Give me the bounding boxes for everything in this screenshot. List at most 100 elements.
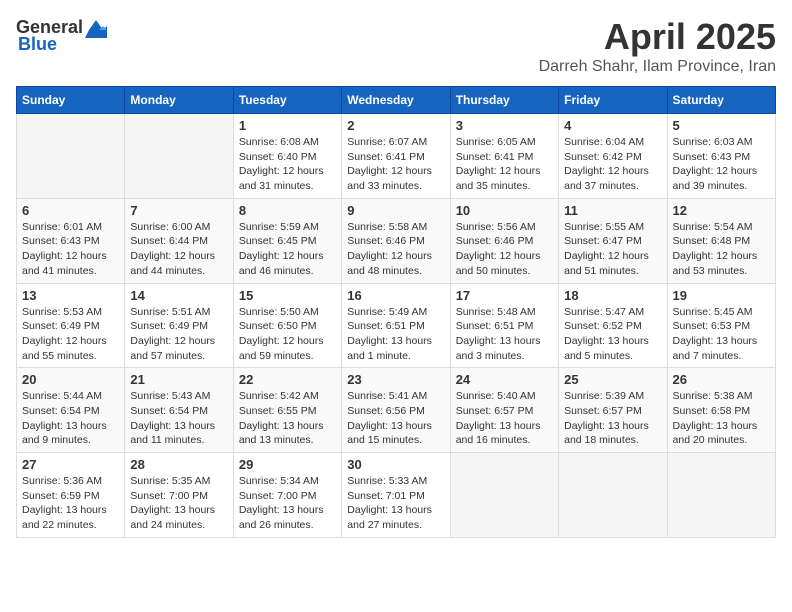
calendar-cell: 8 Sunrise: 5:59 AM Sunset: 6:45 PM Daylig… bbox=[233, 198, 341, 283]
calendar-cell: 1 Sunrise: 6:08 AM Sunset: 6:40 PM Daylig… bbox=[233, 114, 341, 199]
calendar-header-row: SundayMondayTuesdayWednesdayThursdayFrid… bbox=[17, 87, 776, 114]
calendar-cell: 25Sunrise: 5:39 AM Sunset: 6:57 PM Dayli… bbox=[559, 368, 667, 453]
calendar-cell: 18Sunrise: 5:47 AM Sunset: 6:52 PM Dayli… bbox=[559, 283, 667, 368]
main-title: April 2025 bbox=[539, 16, 776, 58]
day-info: Sunrise: 5:49 AM Sunset: 6:51 PM Dayligh… bbox=[347, 305, 444, 364]
day-info: Sunrise: 5:56 AM Sunset: 6:46 PM Dayligh… bbox=[456, 220, 553, 279]
calendar-cell: 23 Sunrise: 5:41 AM Sunset: 6:56 PM Dayli… bbox=[342, 368, 450, 453]
calendar-cell: 5 Sunrise: 6:03 AM Sunset: 6:43 PM Daylig… bbox=[667, 114, 775, 199]
calendar-week-row: 13 Sunrise: 5:53 AM Sunset: 6:49 PM Dayli… bbox=[17, 283, 776, 368]
title-area: April 2025 Darreh Shahr, Ilam Province, … bbox=[539, 16, 776, 76]
day-number: 12 bbox=[673, 203, 770, 218]
day-info: Sunrise: 5:39 AM Sunset: 6:57 PM Dayligh… bbox=[564, 389, 661, 448]
day-info: Sunrise: 5:34 AM Sunset: 7:00 PM Dayligh… bbox=[239, 474, 336, 533]
day-number: 5 bbox=[673, 118, 770, 133]
day-info: Sunrise: 6:04 AM Sunset: 6:42 PM Dayligh… bbox=[564, 135, 661, 194]
weekday-header: Saturday bbox=[667, 87, 775, 114]
calendar-week-row: 1 Sunrise: 6:08 AM Sunset: 6:40 PM Daylig… bbox=[17, 114, 776, 199]
logo: General Blue bbox=[16, 16, 107, 55]
day-number: 8 bbox=[239, 203, 336, 218]
calendar-cell: 3 Sunrise: 6:05 AM Sunset: 6:41 PM Daylig… bbox=[450, 114, 558, 199]
calendar-cell bbox=[559, 453, 667, 538]
day-number: 24 bbox=[456, 372, 553, 387]
weekday-header: Friday bbox=[559, 87, 667, 114]
day-number: 3 bbox=[456, 118, 553, 133]
calendar-cell: 14Sunrise: 5:51 AM Sunset: 6:49 PM Dayli… bbox=[125, 283, 233, 368]
calendar-cell: 17 Sunrise: 5:48 AM Sunset: 6:51 PM Dayli… bbox=[450, 283, 558, 368]
calendar-cell: 29Sunrise: 5:34 AM Sunset: 7:00 PM Dayli… bbox=[233, 453, 341, 538]
day-number: 6 bbox=[22, 203, 119, 218]
day-info: Sunrise: 5:53 AM Sunset: 6:49 PM Dayligh… bbox=[22, 305, 119, 364]
day-info: Sunrise: 5:38 AM Sunset: 6:58 PM Dayligh… bbox=[673, 389, 770, 448]
calendar-cell bbox=[667, 453, 775, 538]
day-info: Sunrise: 6:00 AM Sunset: 6:44 PM Dayligh… bbox=[130, 220, 227, 279]
day-info: Sunrise: 5:43 AM Sunset: 6:54 PM Dayligh… bbox=[130, 389, 227, 448]
calendar-cell: 9 Sunrise: 5:58 AM Sunset: 6:46 PM Daylig… bbox=[342, 198, 450, 283]
calendar-cell: 19Sunrise: 5:45 AM Sunset: 6:53 PM Dayli… bbox=[667, 283, 775, 368]
calendar-cell: 13 Sunrise: 5:53 AM Sunset: 6:49 PM Dayli… bbox=[17, 283, 125, 368]
day-info: Sunrise: 6:03 AM Sunset: 6:43 PM Dayligh… bbox=[673, 135, 770, 194]
logo-blue-text: Blue bbox=[18, 34, 57, 55]
weekday-header: Tuesday bbox=[233, 87, 341, 114]
calendar-cell: 28Sunrise: 5:35 AM Sunset: 7:00 PM Dayli… bbox=[125, 453, 233, 538]
day-info: Sunrise: 6:08 AM Sunset: 6:40 PM Dayligh… bbox=[239, 135, 336, 194]
day-info: Sunrise: 5:48 AM Sunset: 6:51 PM Dayligh… bbox=[456, 305, 553, 364]
day-info: Sunrise: 5:44 AM Sunset: 6:54 PM Dayligh… bbox=[22, 389, 119, 448]
day-info: Sunrise: 5:35 AM Sunset: 7:00 PM Dayligh… bbox=[130, 474, 227, 533]
calendar-week-row: 27 Sunrise: 5:36 AM Sunset: 6:59 PM Dayli… bbox=[17, 453, 776, 538]
day-info: Sunrise: 5:36 AM Sunset: 6:59 PM Dayligh… bbox=[22, 474, 119, 533]
calendar-cell: 15 Sunrise: 5:50 AM Sunset: 6:50 PM Dayli… bbox=[233, 283, 341, 368]
calendar-cell: 6 Sunrise: 6:01 AM Sunset: 6:43 PM Daylig… bbox=[17, 198, 125, 283]
calendar-cell: 2 Sunrise: 6:07 AM Sunset: 6:41 PM Daylig… bbox=[342, 114, 450, 199]
day-info: Sunrise: 5:42 AM Sunset: 6:55 PM Dayligh… bbox=[239, 389, 336, 448]
calendar-cell bbox=[17, 114, 125, 199]
day-info: Sunrise: 5:59 AM Sunset: 6:45 PM Dayligh… bbox=[239, 220, 336, 279]
calendar-cell: 20 Sunrise: 5:44 AM Sunset: 6:54 PM Dayli… bbox=[17, 368, 125, 453]
day-number: 23 bbox=[347, 372, 444, 387]
day-info: Sunrise: 6:01 AM Sunset: 6:43 PM Dayligh… bbox=[22, 220, 119, 279]
day-number: 27 bbox=[22, 457, 119, 472]
day-number: 11 bbox=[564, 203, 661, 218]
calendar-week-row: 20 Sunrise: 5:44 AM Sunset: 6:54 PM Dayli… bbox=[17, 368, 776, 453]
day-number: 16 bbox=[347, 288, 444, 303]
day-info: Sunrise: 6:05 AM Sunset: 6:41 PM Dayligh… bbox=[456, 135, 553, 194]
day-number: 2 bbox=[347, 118, 444, 133]
calendar-cell: 10 Sunrise: 5:56 AM Sunset: 6:46 PM Dayli… bbox=[450, 198, 558, 283]
logo-icon bbox=[85, 16, 107, 38]
sub-title: Darreh Shahr, Ilam Province, Iran bbox=[539, 58, 776, 76]
calendar-cell: 12 Sunrise: 5:54 AM Sunset: 6:48 PM Dayli… bbox=[667, 198, 775, 283]
day-info: Sunrise: 6:07 AM Sunset: 6:41 PM Dayligh… bbox=[347, 135, 444, 194]
day-number: 30 bbox=[347, 457, 444, 472]
calendar-cell: 11 Sunrise: 5:55 AM Sunset: 6:47 PM Dayli… bbox=[559, 198, 667, 283]
day-number: 15 bbox=[239, 288, 336, 303]
calendar-cell: 7 Sunrise: 6:00 AM Sunset: 6:44 PM Daylig… bbox=[125, 198, 233, 283]
day-number: 21 bbox=[130, 372, 227, 387]
day-number: 1 bbox=[239, 118, 336, 133]
day-info: Sunrise: 5:50 AM Sunset: 6:50 PM Dayligh… bbox=[239, 305, 336, 364]
calendar-cell bbox=[125, 114, 233, 199]
day-number: 7 bbox=[130, 203, 227, 218]
day-number: 17 bbox=[456, 288, 553, 303]
day-info: Sunrise: 5:55 AM Sunset: 6:47 PM Dayligh… bbox=[564, 220, 661, 279]
calendar-cell: 22Sunrise: 5:42 AM Sunset: 6:55 PM Dayli… bbox=[233, 368, 341, 453]
day-number: 20 bbox=[22, 372, 119, 387]
header: General Blue April 2025 Darreh Shahr, Il… bbox=[16, 16, 776, 76]
calendar-cell bbox=[450, 453, 558, 538]
day-info: Sunrise: 5:40 AM Sunset: 6:57 PM Dayligh… bbox=[456, 389, 553, 448]
day-info: Sunrise: 5:58 AM Sunset: 6:46 PM Dayligh… bbox=[347, 220, 444, 279]
day-number: 9 bbox=[347, 203, 444, 218]
day-number: 19 bbox=[673, 288, 770, 303]
weekday-header: Wednesday bbox=[342, 87, 450, 114]
calendar-cell: 16 Sunrise: 5:49 AM Sunset: 6:51 PM Dayli… bbox=[342, 283, 450, 368]
calendar-cell: 30Sunrise: 5:33 AM Sunset: 7:01 PM Dayli… bbox=[342, 453, 450, 538]
day-number: 13 bbox=[22, 288, 119, 303]
day-info: Sunrise: 5:54 AM Sunset: 6:48 PM Dayligh… bbox=[673, 220, 770, 279]
day-info: Sunrise: 5:41 AM Sunset: 6:56 PM Dayligh… bbox=[347, 389, 444, 448]
calendar-cell: 26Sunrise: 5:38 AM Sunset: 6:58 PM Dayli… bbox=[667, 368, 775, 453]
calendar-cell: 4Sunrise: 6:04 AM Sunset: 6:42 PM Daylig… bbox=[559, 114, 667, 199]
weekday-header: Monday bbox=[125, 87, 233, 114]
calendar-cell: 27 Sunrise: 5:36 AM Sunset: 6:59 PM Dayli… bbox=[17, 453, 125, 538]
day-info: Sunrise: 5:47 AM Sunset: 6:52 PM Dayligh… bbox=[564, 305, 661, 364]
day-info: Sunrise: 5:51 AM Sunset: 6:49 PM Dayligh… bbox=[130, 305, 227, 364]
day-number: 10 bbox=[456, 203, 553, 218]
